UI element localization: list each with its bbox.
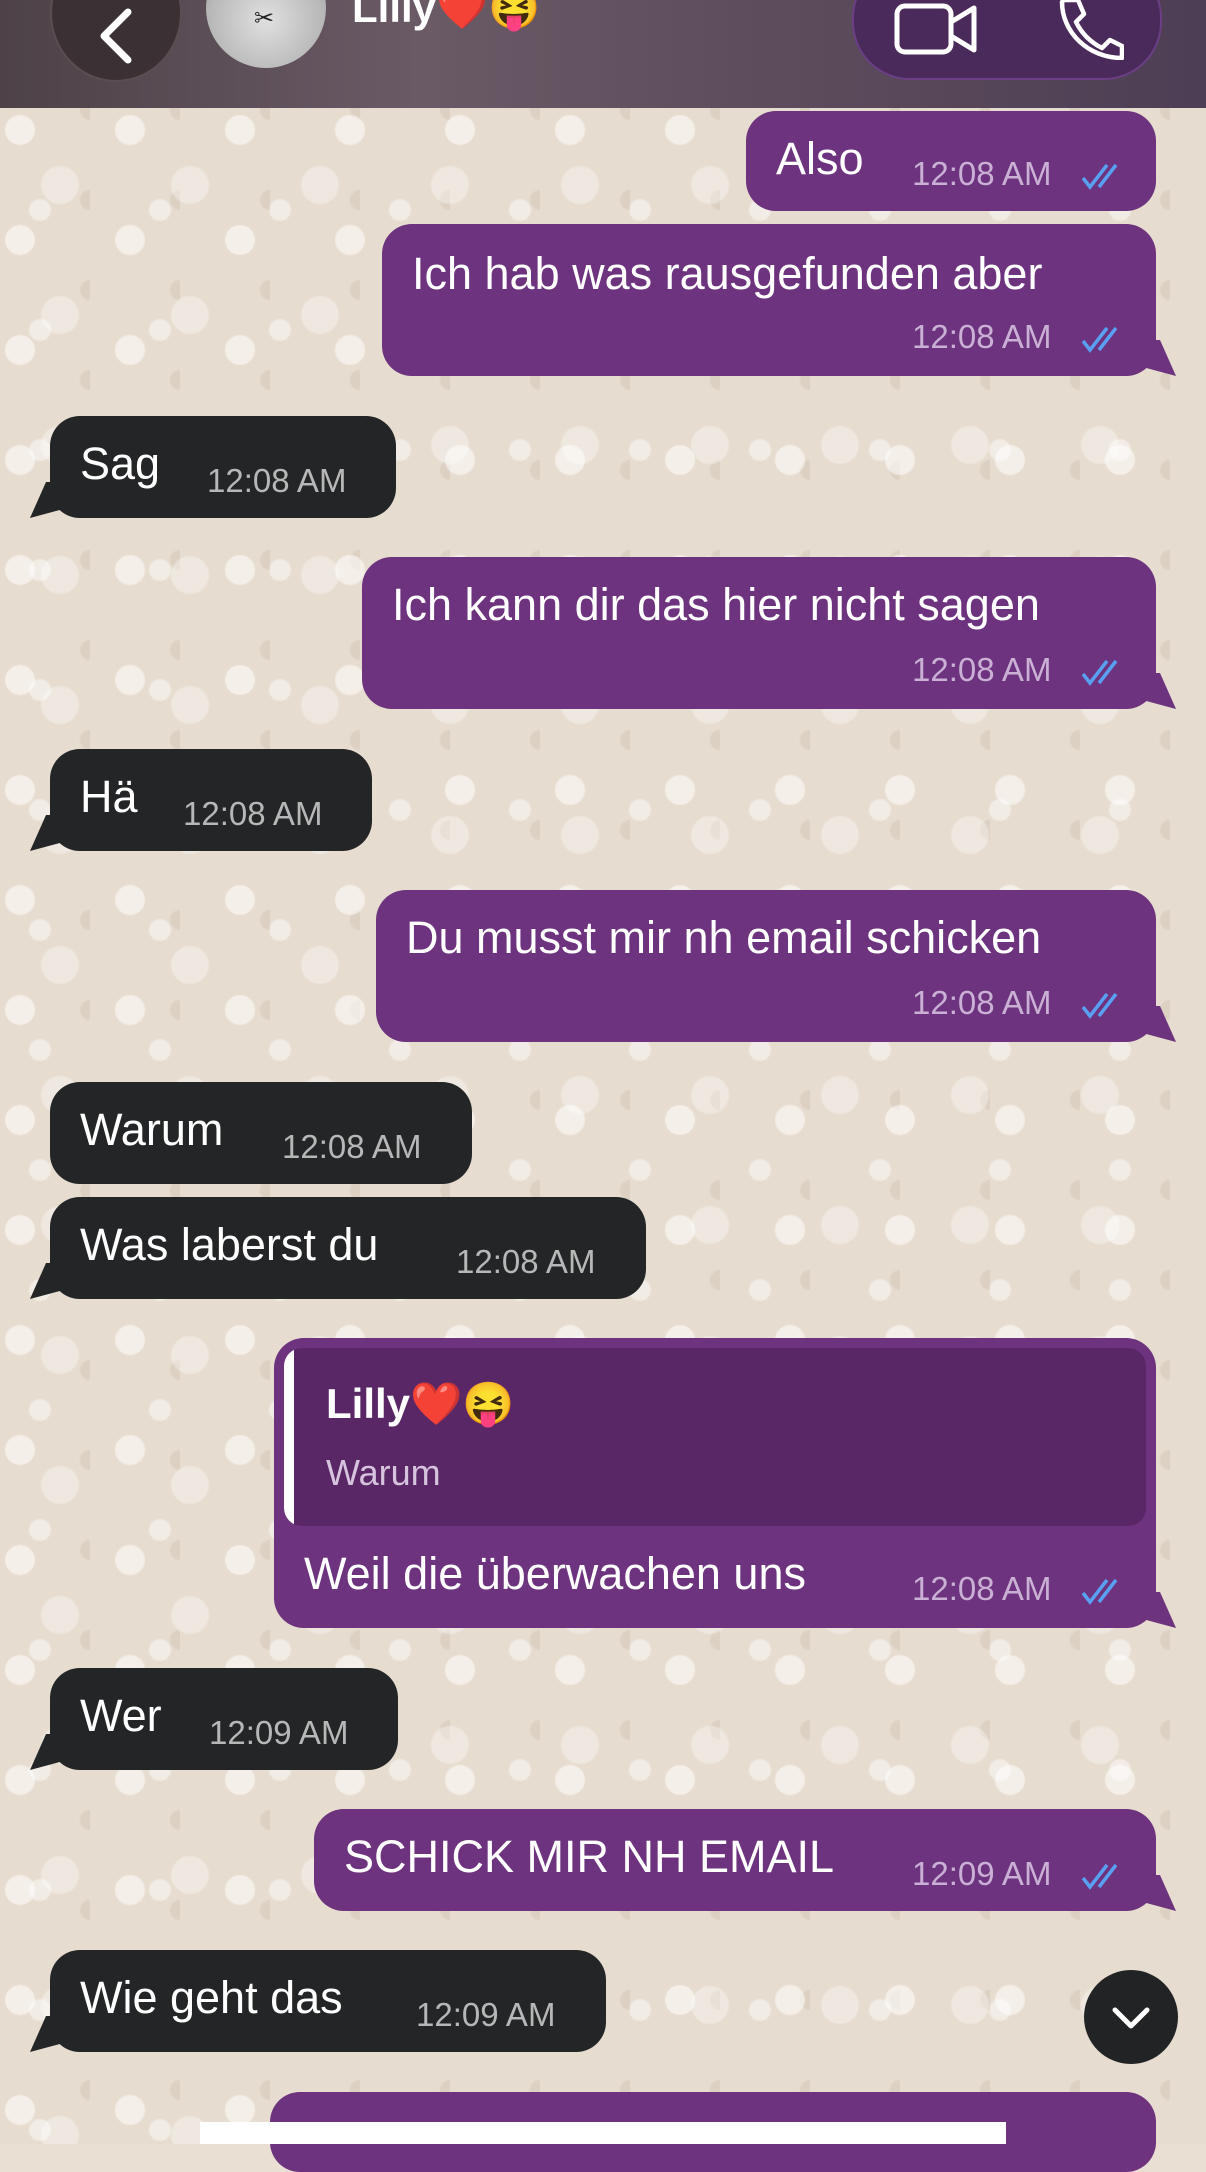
message-time: 12:09 AM: [416, 1996, 556, 2033]
message-bubble[interactable]: Warum 12:08 AM: [50, 1082, 472, 1184]
read-ticks-icon: [1081, 1863, 1118, 1890]
read-ticks-icon: [1081, 163, 1118, 190]
message-bubble[interactable]: Ich hab was rausgefunden aber 12:08 AM: [382, 224, 1156, 376]
message-bubble[interactable]: SCHICK MIR NH EMAIL 12:09 AM: [314, 1809, 1156, 1911]
message-text: Sag: [80, 438, 161, 489]
message-bubble[interactable]: Lilly❤️😝 Warum Weil die überwachen uns 1…: [274, 1338, 1156, 1628]
message-text: Du musst mir nh email schicken: [406, 912, 1042, 963]
contact-name[interactable]: Lilly❤️😝: [352, 0, 541, 33]
chat-header: ✂ Lilly❤️😝: [0, 0, 1206, 108]
message-time: 12:09 AM: [209, 1714, 349, 1751]
read-ticks-icon: [1081, 992, 1118, 1019]
message-time: 12:08 AM: [912, 318, 1052, 355]
message-time: 12:08 AM: [912, 1570, 1052, 1607]
message-time: 12:08 AM: [282, 1128, 422, 1165]
scroll-to-bottom-button[interactable]: [1084, 1970, 1178, 2064]
message-time: 12:08 AM: [912, 651, 1052, 688]
call-actions: [852, 0, 1162, 80]
read-ticks-icon: [1081, 326, 1118, 353]
video-call-icon[interactable]: [894, 0, 978, 58]
message-time: 12:08 AM: [912, 155, 1052, 192]
message-bubble[interactable]: Was laberst du 12:08 AM: [50, 1197, 646, 1299]
message-bubble[interactable]: Du musst mir nh email schicken 12:08 AM: [376, 890, 1156, 1042]
reply-sender-name: Lilly❤️😝: [326, 1380, 515, 1427]
message-text: Warum: [80, 1104, 224, 1155]
read-ticks-icon: [1081, 659, 1118, 686]
reply-accent-bar: [284, 1348, 294, 1526]
message-text: Wer: [80, 1690, 162, 1741]
message-time: 12:09 AM: [912, 1855, 1052, 1892]
back-button[interactable]: [50, 0, 182, 82]
read-ticks-icon: [1081, 1578, 1118, 1605]
reply-quoted-text: Warum: [326, 1452, 441, 1493]
message-bubble[interactable]: Also 12:08 AM: [746, 111, 1156, 211]
message-bubble[interactable]: Hä 12:08 AM: [50, 749, 372, 851]
message-time: 12:08 AM: [456, 1243, 596, 1280]
message-bubble[interactable]: Wie geht das 12:09 AM: [50, 1950, 606, 2052]
message-time: 12:08 AM: [207, 462, 347, 499]
contact-avatar[interactable]: ✂: [206, 0, 326, 68]
phone-call-icon[interactable]: [1054, 0, 1124, 60]
reply-quote[interactable]: Lilly❤️😝 Warum: [284, 1348, 1146, 1526]
message-text: Also: [776, 133, 864, 184]
message-time: 12:08 AM: [183, 795, 323, 832]
message-text: Ich hab was rausgefunden aber: [412, 248, 1043, 299]
message-text: SCHICK MIR NH EMAIL: [344, 1831, 835, 1882]
chevron-down-icon: [1112, 2007, 1150, 2029]
message-text: Ich kann dir das hier nicht sagen: [392, 579, 1040, 630]
chevron-left-icon: [100, 8, 132, 64]
avatar-glyph: ✂: [254, 5, 275, 32]
message-bubble[interactable]: Sag 12:08 AM: [50, 416, 396, 518]
message-text: Was laberst du: [80, 1219, 379, 1270]
message-text: Weil die überwachen uns: [304, 1548, 806, 1599]
message-bubble[interactable]: Wer 12:09 AM: [50, 1668, 398, 1770]
message-time: 12:08 AM: [912, 984, 1052, 1021]
home-indicator: [200, 2122, 1006, 2144]
message-text: Hä: [80, 771, 138, 822]
message-bubble[interactable]: Ich kann dir das hier nicht sagen 12:08 …: [362, 557, 1156, 709]
message-text: Wie geht das: [80, 1972, 343, 2023]
